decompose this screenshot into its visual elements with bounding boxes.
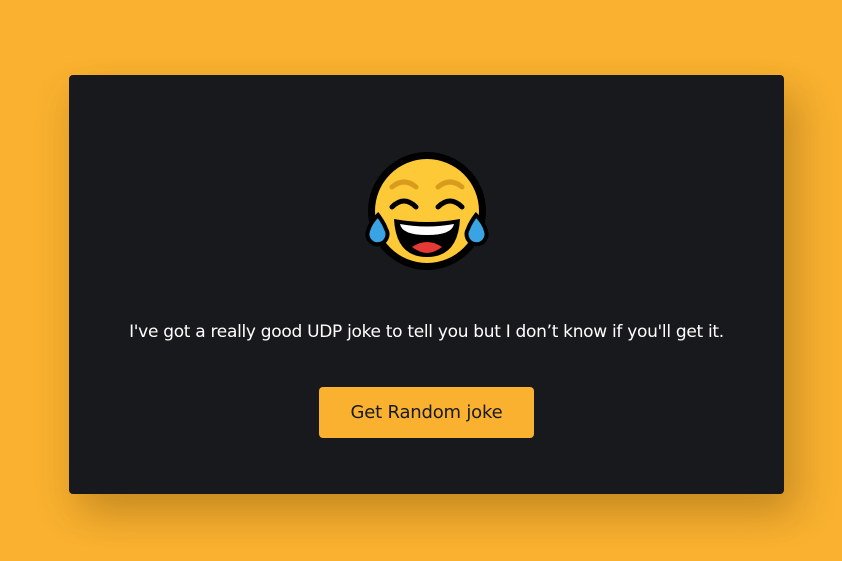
face-with-tears-of-joy-icon [362, 149, 492, 279]
get-random-joke-button[interactable]: Get Random joke [319, 387, 534, 438]
joke-card: I've got a really good UDP joke to tell … [69, 75, 784, 494]
joke-text: I've got a really good UDP joke to tell … [129, 322, 724, 342]
